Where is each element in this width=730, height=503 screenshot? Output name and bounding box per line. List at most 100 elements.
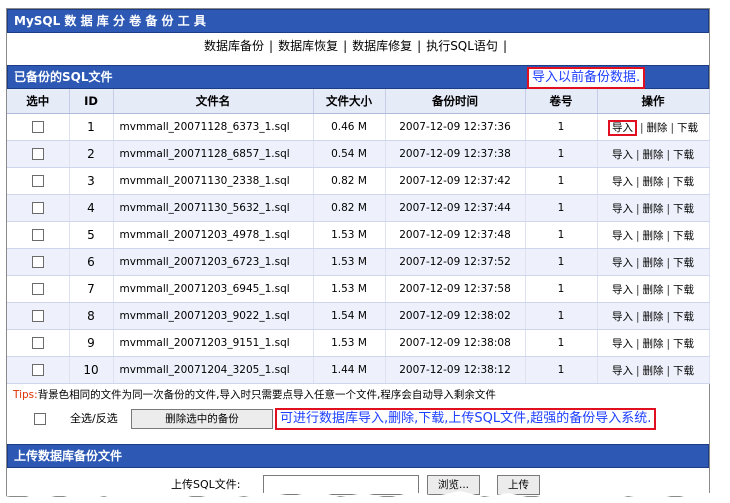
delete-link[interactable]: 删除 — [643, 257, 664, 269]
row-id: 5 — [69, 221, 114, 249]
row-actions: 导入 | 删除 | 下载 — [597, 356, 710, 384]
row-size: 1.53 M — [313, 221, 386, 249]
row-checkbox[interactable] — [31, 202, 44, 214]
nav-repair[interactable]: 数据库修复 — [352, 33, 412, 59]
delete-link[interactable]: 删除 — [643, 149, 664, 161]
action-separator: | — [639, 121, 644, 134]
batch-actions: 全选/反选 删除选中的备份 可进行数据库导入,删除,下载,上传SQL文件,超强的… — [7, 406, 709, 432]
row-checkbox[interactable] — [31, 148, 44, 160]
select-all-label[interactable]: 全选/反选 — [70, 406, 118, 432]
row-id: 8 — [69, 302, 114, 330]
row-checkbox[interactable] — [31, 310, 44, 322]
backup-table: 选中 ID 文件名 文件大小 备份时间 卷号 操作 1 mvmmall_20071… — [7, 89, 710, 384]
action-separator: | — [635, 202, 640, 215]
action-separator: | — [666, 283, 671, 296]
action-separator: | — [635, 229, 640, 242]
row-id: 6 — [69, 248, 114, 276]
delete-selected-button[interactable]: 删除选中的备份 — [131, 409, 273, 429]
row-checkbox[interactable] — [31, 364, 44, 376]
import-link[interactable]: 导入 — [612, 176, 633, 188]
action-separator: | — [635, 175, 640, 188]
import-link[interactable]: 导入 — [612, 203, 633, 215]
features-callout: 可进行数据库导入,删除,下载,上传SQL文件,超强的备份导入系统. — [275, 408, 657, 430]
download-link[interactable]: 下载 — [673, 257, 694, 269]
action-separator: | — [666, 148, 671, 161]
delete-link[interactable]: 删除 — [643, 230, 664, 242]
row-actions: 导入 | 删除 | 下载 — [597, 275, 710, 303]
row-checkbox[interactable] — [31, 121, 44, 133]
table-row: 8 mvmmall_20071203_9022_1.sql 1.54 M 2007-1… — [7, 302, 710, 330]
nav-execute-sql[interactable]: 执行SQL语句 — [426, 33, 498, 59]
row-select-cell — [7, 194, 70, 222]
row-filename: mvmmall_20071128_6857_1.sql — [113, 140, 314, 168]
import-link[interactable]: 导入 — [607, 119, 637, 136]
row-checkbox[interactable] — [31, 337, 44, 349]
import-link[interactable]: 导入 — [612, 338, 633, 350]
action-separator: | — [635, 337, 640, 350]
download-link[interactable]: 下载 — [673, 149, 694, 161]
download-link[interactable]: 下载 — [673, 284, 694, 296]
row-time: 2007-12-09 12:37:52 — [385, 248, 526, 276]
row-checkbox[interactable] — [31, 283, 44, 295]
list-section-title: 已备份的SQL文件 — [14, 70, 113, 84]
import-link[interactable]: 导入 — [612, 257, 633, 269]
row-checkbox[interactable] — [31, 256, 44, 268]
row-filename: mvmmall_20071203_9022_1.sql — [113, 302, 314, 330]
action-separator: | — [635, 283, 640, 296]
delete-link[interactable]: 删除 — [643, 203, 664, 215]
select-all-checkbox[interactable] — [34, 413, 46, 425]
delete-link[interactable]: 删除 — [643, 338, 664, 350]
row-filename: mvmmall_20071203_9151_1.sql — [113, 329, 314, 357]
import-link[interactable]: 导入 — [612, 284, 633, 296]
download-link[interactable]: 下载 — [673, 230, 694, 242]
row-time: 2007-12-09 12:37:36 — [385, 113, 526, 141]
row-volume: 1 — [525, 356, 598, 384]
delete-link[interactable]: 删除 — [643, 311, 664, 323]
row-id: 7 — [69, 275, 114, 303]
import-link[interactable]: 导入 — [612, 230, 633, 242]
main-frame: MySQL 数 据 库 分 卷 备 份 工 具 数据库备份 | 数据库恢复 | 数据库修… — [6, 8, 710, 497]
download-link[interactable]: 下载 — [673, 311, 694, 323]
row-id: 4 — [69, 194, 114, 222]
row-volume: 1 — [525, 221, 598, 249]
row-id: 9 — [69, 329, 114, 357]
delete-link[interactable]: 删除 — [643, 176, 664, 188]
row-id: 3 — [69, 167, 114, 195]
table-row: 10 mvmmall_20071204_3205_1.sql 1.44 M 2007-… — [7, 356, 710, 384]
nav-backup[interactable]: 数据库备份 — [204, 33, 264, 59]
import-link[interactable]: 导入 — [612, 149, 633, 161]
import-link[interactable]: 导入 — [612, 365, 633, 377]
delete-link[interactable]: 删除 — [643, 284, 664, 296]
action-separator: | — [635, 310, 640, 323]
table-row: 4 mvmmall_20071130_5632_1.sql 0.82 M 2007-1… — [7, 194, 710, 222]
row-size: 0.46 M — [313, 113, 386, 141]
table-row: 1 mvmmall_20071128_6373_1.sql 0.46 M 2007-1… — [7, 113, 710, 141]
delete-link[interactable]: 删除 — [647, 122, 668, 134]
action-separator: | — [635, 148, 640, 161]
row-select-cell — [7, 302, 70, 330]
row-id: 10 — [69, 356, 114, 384]
tips-label: Tips: — [13, 389, 38, 401]
delete-link[interactable]: 删除 — [643, 365, 664, 377]
row-volume: 1 — [525, 140, 598, 168]
row-volume: 1 — [525, 113, 598, 141]
row-time: 2007-12-09 12:38:08 — [385, 329, 526, 357]
upload-section-bar: 上传数据库备份文件 — [7, 444, 709, 468]
nav-restore[interactable]: 数据库恢复 — [278, 33, 338, 59]
col-id: ID — [69, 89, 114, 114]
row-checkbox[interactable] — [31, 229, 44, 241]
row-actions: 导入 | 删除 | 下载 — [597, 248, 710, 276]
col-volume: 卷号 — [525, 89, 598, 114]
download-link[interactable]: 下载 — [677, 122, 698, 134]
download-link[interactable]: 下载 — [673, 338, 694, 350]
row-checkbox[interactable] — [31, 175, 44, 187]
import-link[interactable]: 导入 — [612, 311, 633, 323]
row-volume: 1 — [525, 248, 598, 276]
download-link[interactable]: 下载 — [673, 203, 694, 215]
table-row: 7 mvmmall_20071203_6945_1.sql 1.53 M 2007-1… — [7, 275, 710, 303]
upload-section-title: 上传数据库备份文件 — [14, 449, 123, 463]
row-size: 1.53 M — [313, 248, 386, 276]
download-link[interactable]: 下载 — [673, 365, 694, 377]
row-select-cell — [7, 275, 70, 303]
download-link[interactable]: 下载 — [673, 176, 694, 188]
